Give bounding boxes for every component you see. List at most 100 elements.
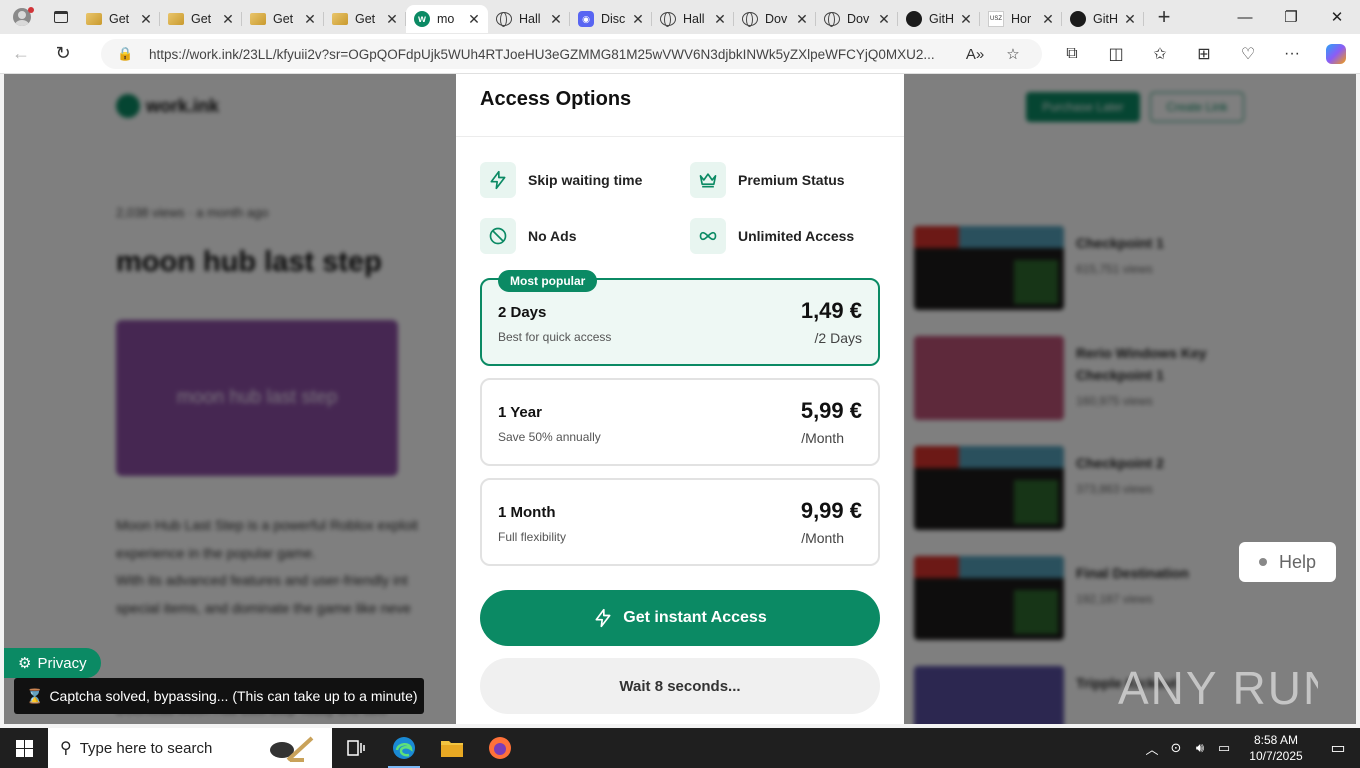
windows-logo-icon xyxy=(15,739,33,757)
browser-tab[interactable]: ◉ Disc ✕ xyxy=(570,5,652,33)
clock[interactable]: 8:58 AM 10/7/2025 xyxy=(1236,732,1316,764)
more-menu-icon[interactable]: ··· xyxy=(1270,34,1314,74)
close-tab-icon[interactable]: ✕ xyxy=(466,11,482,28)
tab-title: Get xyxy=(355,12,376,26)
feature-label: No Ads xyxy=(528,228,577,244)
help-label: Help xyxy=(1278,551,1317,572)
access-options-modal: Access Options Skip waiting time Premium… xyxy=(456,74,904,724)
browser-tab[interactable]: Hall ✕ xyxy=(488,5,570,33)
favorites-icon[interactable]: ✩ xyxy=(1138,34,1182,74)
browser-tab[interactable]: Get ✕ xyxy=(78,5,160,33)
captcha-toast: ⌛ Captcha solved, bypassing... (This can … xyxy=(14,678,424,714)
wait-countdown-button[interactable]: Wait 8 seconds... xyxy=(480,658,880,714)
start-button[interactable] xyxy=(0,728,48,768)
close-tab-icon[interactable]: ✕ xyxy=(958,11,974,28)
browser-tab[interactable]: Dov ✕ xyxy=(816,5,898,33)
meet-now-icon[interactable]: ⊙ xyxy=(1164,740,1188,756)
search-placeholder: Type here to search xyxy=(79,739,213,757)
privacy-label: Privacy xyxy=(37,654,87,672)
gold-folder-icon xyxy=(86,13,102,25)
tab-actions-button[interactable] xyxy=(44,0,78,34)
collections-icon[interactable]: ⊞ xyxy=(1182,34,1226,74)
tab-strip: Get ✕ Get ✕ Get ✕ Get ✕ w mo ✕ Hall ✕ ◉ Disc ✕ Ha… xyxy=(0,0,1360,34)
close-tab-icon[interactable]: ✕ xyxy=(138,11,154,28)
close-tab-icon[interactable]: ✕ xyxy=(384,11,400,28)
taskbar-search[interactable]: ⚲ Type here to search xyxy=(48,728,332,768)
network-icon[interactable]: ▭ xyxy=(1212,740,1236,756)
toast-text: Captcha solved, bypassing... (This can t… xyxy=(49,688,418,704)
browser-tab[interactable]: Dov ✕ xyxy=(734,5,816,33)
address-bar-row: ← ↻ 🔒 https://work.ink/23LL/kfyuii2v?sr=… xyxy=(0,34,1360,74)
copilot-button[interactable] xyxy=(1314,34,1358,74)
notification-center-icon[interactable]: ▭ xyxy=(1316,738,1360,758)
url-text[interactable]: https://work.ink/23LL/kfyuii2v?sr=OGpQOF… xyxy=(149,47,956,62)
profile-button[interactable] xyxy=(0,0,44,34)
tab-title: Hall xyxy=(519,12,541,26)
feature-label: Unlimited Access xyxy=(738,228,855,244)
plan-1-month[interactable]: 1 Month Full flexibility 9,99 € /Month xyxy=(480,478,880,566)
close-tab-icon[interactable]: ✕ xyxy=(548,11,564,28)
browser-essentials-icon[interactable]: ♡ xyxy=(1226,34,1270,74)
tab-title: Get xyxy=(191,12,212,26)
plan-1-year[interactable]: 1 Year Save 50% annually 5,99 € /Month xyxy=(480,378,880,466)
browser-tab[interactable]: USZ Hor ✕ xyxy=(980,5,1062,33)
close-tab-icon[interactable]: ✕ xyxy=(1040,11,1056,28)
plan-subtitle: Best for quick access xyxy=(498,330,612,344)
get-instant-access-button[interactable]: Get instant Access xyxy=(480,590,880,646)
browser-tab-active[interactable]: w mo ✕ xyxy=(406,5,488,33)
close-tab-icon[interactable]: ✕ xyxy=(712,11,728,28)
notification-dot xyxy=(28,7,34,13)
browser-tab[interactable]: Hall ✕ xyxy=(652,5,734,33)
privacy-button[interactable]: ⚙ Privacy xyxy=(4,648,101,678)
task-view-button[interactable] xyxy=(332,728,380,768)
browser-toolbar: ⧉ ◫ ✩ ⊞ ♡ ··· xyxy=(1050,34,1358,74)
close-tab-icon[interactable]: ✕ xyxy=(876,11,892,28)
address-bar[interactable]: 🔒 https://work.ink/23LL/kfyuii2v?sr=OGpQ… xyxy=(101,39,1042,69)
cta-label: Get instant Access xyxy=(623,609,767,626)
restore-icon[interactable]: ❐ xyxy=(1268,0,1314,34)
chevron-up-icon[interactable]: ︿ xyxy=(1140,739,1164,758)
read-aloud-icon[interactable]: A» xyxy=(956,46,994,63)
plan-name: 1 Month xyxy=(498,504,556,521)
plan-period: /Month xyxy=(801,430,844,446)
back-button[interactable]: ← xyxy=(0,34,42,74)
browser-tab[interactable]: Get ✕ xyxy=(324,5,406,33)
edge-taskbar-button[interactable] xyxy=(380,728,428,768)
infinity-icon xyxy=(690,218,726,254)
browser-tab[interactable]: GitH ✕ xyxy=(1062,5,1144,33)
lock-icon[interactable]: 🔒 xyxy=(117,46,133,62)
modal-title: Access Options xyxy=(480,88,632,110)
web-page: work.ink Purchase Later Create Link 2,03… xyxy=(4,74,1356,724)
usz-icon: USZ xyxy=(988,11,1004,27)
close-window-icon[interactable]: ✕ xyxy=(1314,0,1360,34)
browser-tab[interactable]: Get ✕ xyxy=(160,5,242,33)
favorite-star-icon[interactable]: ☆ xyxy=(994,45,1032,63)
volume-icon[interactable]: 🔊︎ xyxy=(1188,740,1212,756)
github-icon xyxy=(906,11,922,27)
help-button[interactable]: Help xyxy=(1239,542,1336,582)
lightning-icon xyxy=(480,162,516,198)
svg-text:ANY RUN: ANY RUN xyxy=(1118,662,1318,714)
close-tab-icon[interactable]: ✕ xyxy=(302,11,318,28)
plan-subtitle: Save 50% annually xyxy=(498,430,601,444)
plan-2-days[interactable]: Most popular 2 Days Best for quick acces… xyxy=(480,270,880,366)
browser-tab[interactable]: GitH ✕ xyxy=(898,5,980,33)
tab-title: Hall xyxy=(683,12,705,26)
browser-tab[interactable]: Get ✕ xyxy=(242,5,324,33)
new-tab-button[interactable]: + xyxy=(1144,4,1184,30)
close-tab-icon[interactable]: ✕ xyxy=(220,11,236,28)
close-tab-icon[interactable]: ✕ xyxy=(794,11,810,28)
close-tab-icon[interactable]: ✕ xyxy=(1122,11,1138,28)
tab-title: mo xyxy=(437,12,455,26)
close-tab-icon[interactable]: ✕ xyxy=(630,11,646,28)
minimize-icon[interactable]: — xyxy=(1222,0,1268,34)
help-status-dot xyxy=(1258,558,1267,566)
firefox-button[interactable] xyxy=(476,728,524,768)
plan-price: 5,99 € xyxy=(800,398,862,423)
extensions-icon[interactable]: ⧉ xyxy=(1050,34,1094,74)
split-screen-icon[interactable]: ◫ xyxy=(1094,34,1138,74)
copilot-icon xyxy=(1326,44,1346,64)
file-explorer-button[interactable] xyxy=(428,728,476,768)
plan-period: /Month xyxy=(801,530,844,546)
refresh-button[interactable]: ↻ xyxy=(42,34,84,74)
